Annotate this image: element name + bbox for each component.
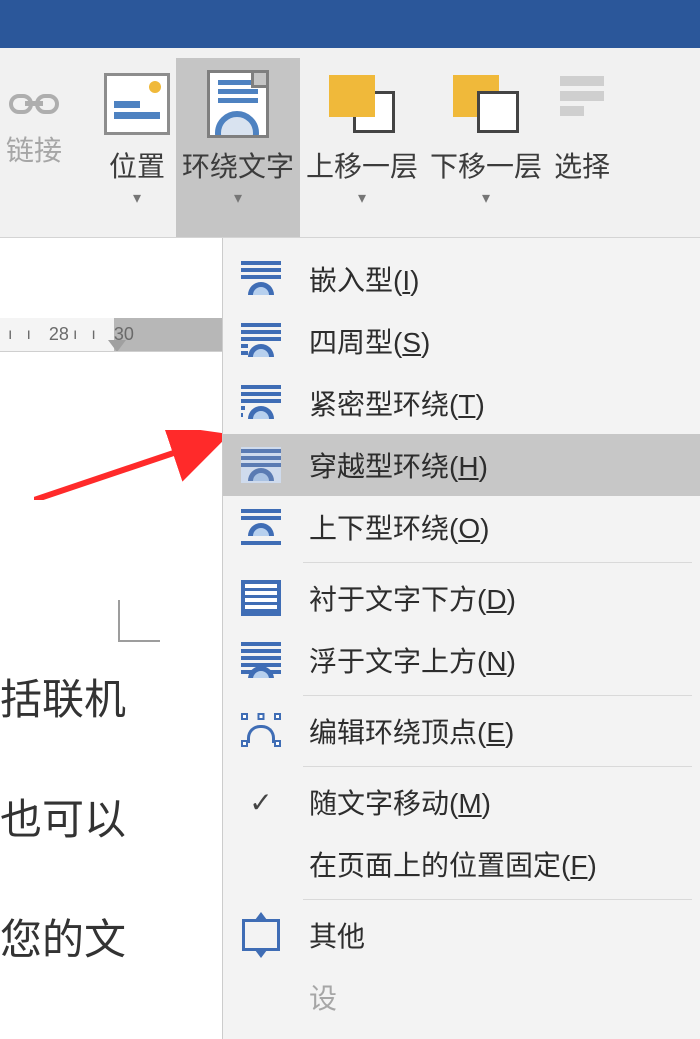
menu-item-label: 嵌入型(I) — [309, 259, 419, 299]
menu-item-label: 浮于文字上方(N) — [309, 640, 516, 680]
wrap-in-front-icon — [241, 642, 281, 678]
menu-separator — [303, 766, 692, 767]
send-backward-icon — [455, 77, 517, 131]
menu-item-label: 穿越型环绕(H) — [309, 445, 488, 485]
document-text[interactable]: 括联机 — [0, 640, 222, 760]
position-icon — [104, 73, 170, 135]
wrap-text-button[interactable]: 环绕文字 ▾ — [176, 58, 300, 237]
document-page[interactable]: 括联机 也可以 您的文 — [0, 360, 222, 1039]
position-button[interactable]: 位置 ▾ — [98, 58, 176, 237]
ruler-number: 28 — [49, 324, 69, 345]
menu-separator — [303, 695, 692, 696]
menu-item-wrap-inline[interactable]: 嵌入型(I) — [223, 248, 700, 310]
indent-marker-icon[interactable] — [108, 340, 126, 352]
document-text[interactable]: 也可以 — [0, 760, 222, 880]
menu-item-label: 四周型(S) — [309, 321, 430, 361]
wrap-top-bottom-icon — [241, 509, 281, 545]
send-backward-label: 下移一层 — [430, 150, 542, 184]
menu-item-label: 随文字移动(M) — [309, 782, 491, 822]
menu-item-label: 紧密型环绕(T) — [309, 383, 485, 423]
wrap-through-icon — [241, 447, 281, 483]
wrap-tight-icon — [241, 385, 281, 421]
menu-item-wrap-behind-text[interactable]: 衬于文字下方(D) — [223, 567, 700, 629]
menu-item-wrap-top-bottom[interactable]: 上下型环绕(O) — [223, 496, 700, 558]
menu-separator — [303, 562, 692, 563]
chevron-down-icon: ▾ — [482, 188, 490, 208]
document-text[interactable]: 您的文 — [0, 880, 222, 1000]
more-layout-icon — [242, 919, 280, 951]
menu-item-label: 在页面上的位置固定(F) — [309, 844, 597, 884]
menu-item-label: 设 — [309, 977, 337, 1017]
selection-pane-button[interactable]: 选择 — [548, 58, 616, 237]
menu-item-set-as-default-layout[interactable]: 设 — [223, 966, 700, 1028]
menu-item-label: 编辑环绕顶点(E) — [309, 711, 514, 751]
chevron-down-icon: ▾ — [234, 188, 242, 208]
edit-wrap-points-icon — [241, 713, 281, 749]
menu-item-wrap-through[interactable]: 穿越型环绕(H) — [223, 434, 700, 496]
menu-item-more-layout-options[interactable]: 其他 — [223, 904, 700, 966]
send-backward-button[interactable]: 下移一层 ▾ — [424, 58, 548, 237]
margin-corner-icon — [118, 600, 160, 642]
ribbon-arrange-section: 链接 位置 ▾ 环绕文字 ▾ — [0, 48, 700, 238]
wrap-inline-icon — [241, 261, 281, 297]
menu-item-label: 上下型环绕(O) — [309, 507, 489, 547]
menu-item-move-with-text[interactable]: ✓ 随文字移动(M) — [223, 771, 700, 833]
menu-item-label: 衬于文字下方(D) — [309, 578, 516, 618]
menu-item-edit-wrap-points[interactable]: 编辑环绕顶点(E) — [223, 700, 700, 762]
checkmark-icon: ✓ — [239, 786, 283, 819]
menu-item-wrap-square[interactable]: 四周型(S) — [223, 310, 700, 372]
chevron-down-icon: ▾ — [133, 188, 141, 208]
selection-pane-icon — [560, 76, 604, 132]
broken-link-icon — [11, 90, 57, 118]
link-button[interactable]: 链接 — [0, 58, 68, 237]
bring-forward-label: 上移一层 — [306, 150, 418, 184]
wrap-behind-text-icon — [241, 580, 281, 616]
horizontal-ruler[interactable]: ıı 28 ıı 30 — [0, 318, 222, 352]
wrap-text-icon — [207, 70, 269, 138]
link-label: 链接 — [6, 134, 62, 168]
selection-pane-label: 选择 — [554, 150, 610, 184]
wrap-text-dropdown-menu: 嵌入型(I) 四周型(S) 紧密型环绕(T) 穿越型环绕(H) 上下型环绕(O) — [222, 238, 700, 1039]
window-title-bar — [0, 0, 700, 48]
wrap-text-label: 环绕文字 — [182, 150, 294, 184]
menu-separator — [303, 899, 692, 900]
chevron-down-icon: ▾ — [358, 188, 366, 208]
menu-item-fix-position-on-page[interactable]: 在页面上的位置固定(F) — [223, 833, 700, 895]
bring-forward-button[interactable]: 上移一层 ▾ — [300, 58, 424, 237]
bring-forward-icon — [331, 77, 393, 131]
menu-item-wrap-in-front-of-text[interactable]: 浮于文字上方(N) — [223, 629, 700, 691]
menu-item-label: 其他 — [309, 915, 365, 955]
position-label: 位置 — [109, 150, 165, 184]
wrap-square-icon — [241, 323, 281, 359]
menu-item-wrap-tight[interactable]: 紧密型环绕(T) — [223, 372, 700, 434]
